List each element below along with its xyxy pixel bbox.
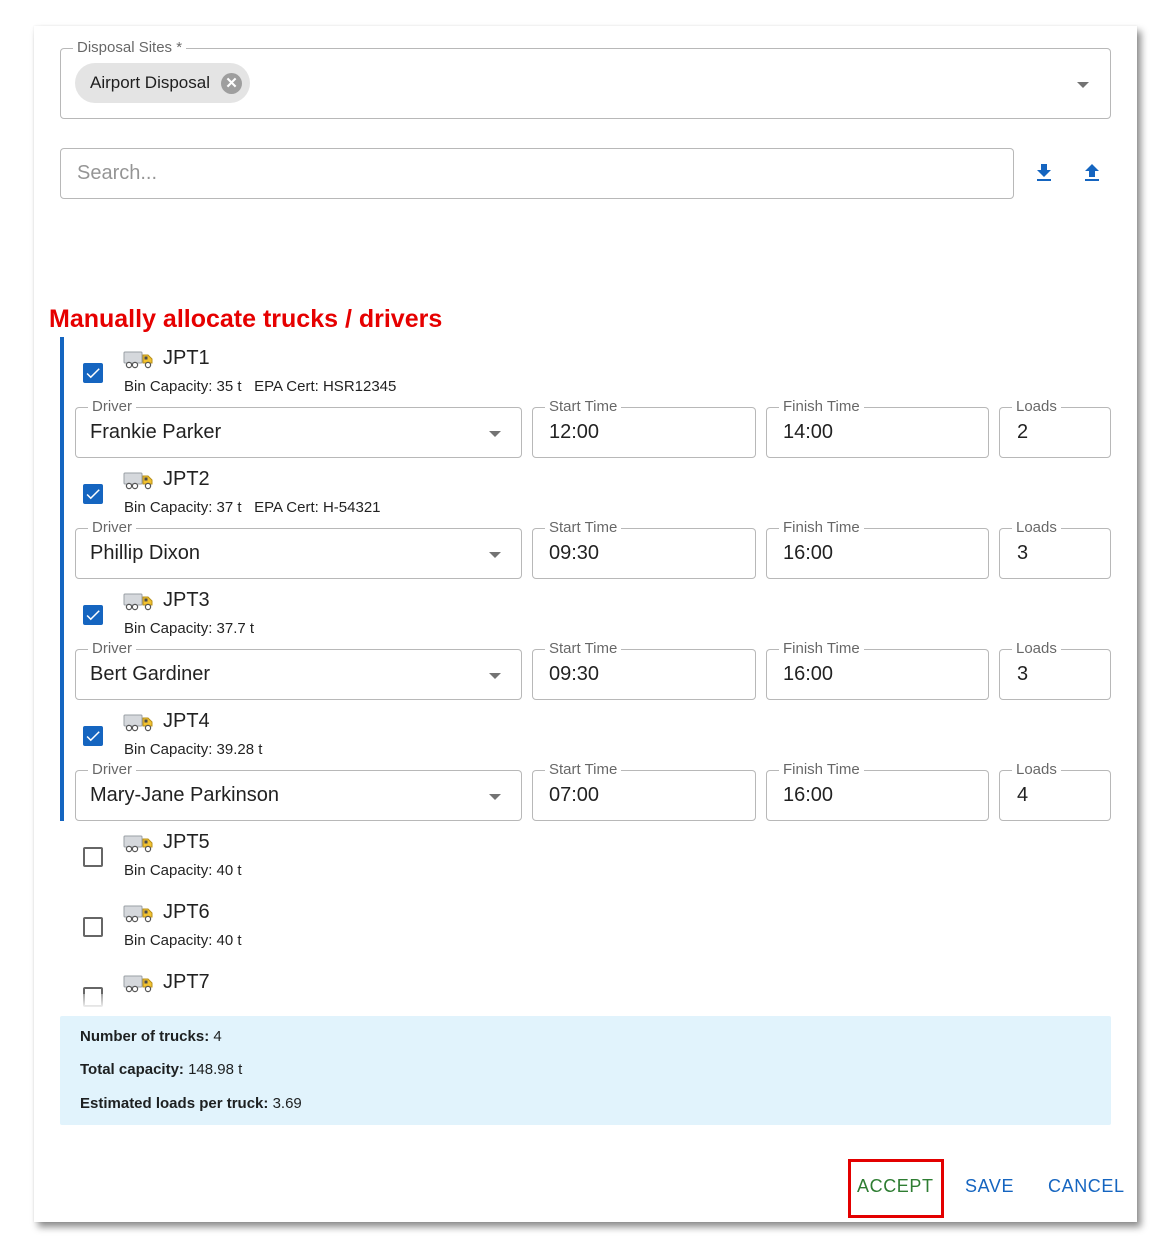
finish-time-field[interactable]: Finish Time 16:00 (766, 640, 989, 700)
loads-value: 3 (1017, 542, 1029, 564)
allocation-dialog: Disposal Sites * Airport Disposal ✕ Sear… (34, 26, 1137, 1222)
truck-checkbox[interactable] (83, 363, 103, 383)
start-time-field[interactable]: Start Time 09:30 (532, 640, 756, 700)
start-time-field[interactable]: Start Time 07:00 (532, 761, 756, 821)
upload-icon[interactable] (1080, 161, 1104, 185)
disposal-site-chip-label: Airport Disposal (90, 73, 210, 92)
driver-value: Bert Gardiner (90, 663, 211, 685)
loads-field[interactable]: Loads 3 (999, 519, 1111, 579)
driver-label: Driver (88, 761, 136, 779)
finish-time-label: Finish Time (779, 761, 864, 779)
disposal-site-chip: Airport Disposal ✕ (75, 63, 250, 103)
start-time-label: Start Time (545, 519, 622, 537)
finish-time-field[interactable]: Finish Time 16:00 (766, 519, 989, 579)
start-time-value: 09:30 (549, 542, 600, 564)
chevron-down-icon[interactable] (489, 552, 501, 558)
accept-button[interactable]: ACCEPT (857, 1176, 934, 1197)
driver-select[interactable]: Driver Bert Gardiner (75, 640, 522, 700)
truck-checkbox[interactable] (83, 484, 103, 504)
summary-capacity: Total capacity: 148.98 t (80, 1061, 243, 1078)
truck-info: Bin Capacity: 39.28 t (124, 741, 263, 758)
disposal-sites-label: Disposal Sites * (73, 39, 187, 57)
truck-icon (123, 469, 155, 491)
driver-label: Driver (88, 398, 136, 416)
truck-icon (123, 590, 155, 612)
driver-value: Phillip Dixon (90, 542, 201, 564)
summary-loads: Estimated loads per truck: 3.69 (80, 1095, 302, 1112)
chevron-down-icon[interactable] (1077, 82, 1089, 88)
truck-name: JPT6 (163, 901, 210, 923)
selected-group-bar (60, 337, 64, 821)
allocation-summary: Number of trucks: 4 Total capacity: 148.… (60, 1016, 1111, 1125)
truck-icon (123, 972, 155, 994)
finish-time-value: 16:00 (783, 542, 834, 564)
chevron-down-icon[interactable] (489, 431, 501, 437)
chip-remove-icon[interactable]: ✕ (221, 73, 242, 94)
search-input[interactable]: Search... (60, 148, 1014, 199)
truck-name: JPT3 (163, 589, 210, 611)
section-title: Manually allocate trucks / drivers (49, 305, 443, 333)
loads-label: Loads (1012, 519, 1061, 537)
start-time-label: Start Time (545, 398, 622, 416)
chevron-down-icon[interactable] (489, 794, 501, 800)
finish-time-field[interactable]: Finish Time 16:00 (766, 761, 989, 821)
truck-info: Bin Capacity: 40 t (124, 932, 242, 949)
truck-name: JPT4 (163, 710, 210, 732)
finish-time-value: 16:00 (783, 663, 834, 685)
loads-value: 2 (1017, 421, 1029, 443)
summary-trucks: Number of trucks: 4 (80, 1028, 222, 1045)
disposal-sites-select[interactable]: Disposal Sites * Airport Disposal ✕ (60, 39, 1111, 119)
truck-info: Bin Capacity: 37 t EPA Cert: H-54321 (124, 499, 381, 516)
start-time-label: Start Time (545, 761, 622, 779)
finish-time-field[interactable]: Finish Time 14:00 (766, 398, 989, 458)
truck-info: Bin Capacity: 35 t EPA Cert: HSR12345 (124, 378, 397, 395)
truck-checkbox[interactable] (83, 726, 103, 746)
loads-value: 4 (1017, 784, 1029, 806)
driver-value: Mary-Jane Parkinson (90, 784, 279, 806)
start-time-label: Start Time (545, 640, 622, 658)
truck-name: JPT1 (163, 347, 210, 369)
start-time-value: 09:30 (549, 663, 600, 685)
truck-info: Bin Capacity: 37.7 t (124, 620, 255, 637)
truck-name: JPT5 (163, 831, 210, 853)
chevron-down-icon[interactable] (489, 673, 501, 679)
driver-value: Frankie Parker (90, 421, 222, 443)
list-fade (74, 994, 474, 1010)
loads-label: Loads (1012, 761, 1061, 779)
truck-icon (123, 902, 155, 924)
start-time-field[interactable]: Start Time 12:00 (532, 398, 756, 458)
truck-name: JPT2 (163, 468, 210, 490)
loads-field[interactable]: Loads 2 (999, 398, 1111, 458)
search-placeholder: Search... (77, 162, 158, 184)
loads-value: 3 (1017, 663, 1029, 685)
finish-time-label: Finish Time (779, 398, 864, 416)
driver-label: Driver (88, 519, 136, 537)
save-button[interactable]: SAVE (965, 1176, 1014, 1197)
truck-name: JPT7 (163, 971, 210, 993)
driver-select[interactable]: Driver Phillip Dixon (75, 519, 522, 579)
driver-label: Driver (88, 640, 136, 658)
truck-icon (123, 711, 155, 733)
finish-time-label: Finish Time (779, 640, 864, 658)
loads-field[interactable]: Loads 4 (999, 761, 1111, 821)
loads-label: Loads (1012, 398, 1061, 416)
start-time-field[interactable]: Start Time 09:30 (532, 519, 756, 579)
download-icon[interactable] (1032, 161, 1056, 185)
truck-checkbox[interactable] (83, 605, 103, 625)
driver-select[interactable]: Driver Mary-Jane Parkinson (75, 761, 522, 821)
finish-time-label: Finish Time (779, 519, 864, 537)
truck-info: Bin Capacity: 40 t (124, 862, 242, 879)
finish-time-value: 16:00 (783, 784, 834, 806)
truck-icon (123, 348, 155, 370)
finish-time-value: 14:00 (783, 421, 834, 443)
driver-select[interactable]: Driver Frankie Parker (75, 398, 522, 458)
truck-checkbox[interactable] (83, 917, 103, 937)
truck-checkbox[interactable] (83, 847, 103, 867)
start-time-value: 12:00 (549, 421, 600, 443)
start-time-value: 07:00 (549, 784, 600, 806)
loads-field[interactable]: Loads 3 (999, 640, 1111, 700)
loads-label: Loads (1012, 640, 1061, 658)
truck-icon (123, 832, 155, 854)
cancel-button[interactable]: CANCEL (1048, 1176, 1125, 1197)
